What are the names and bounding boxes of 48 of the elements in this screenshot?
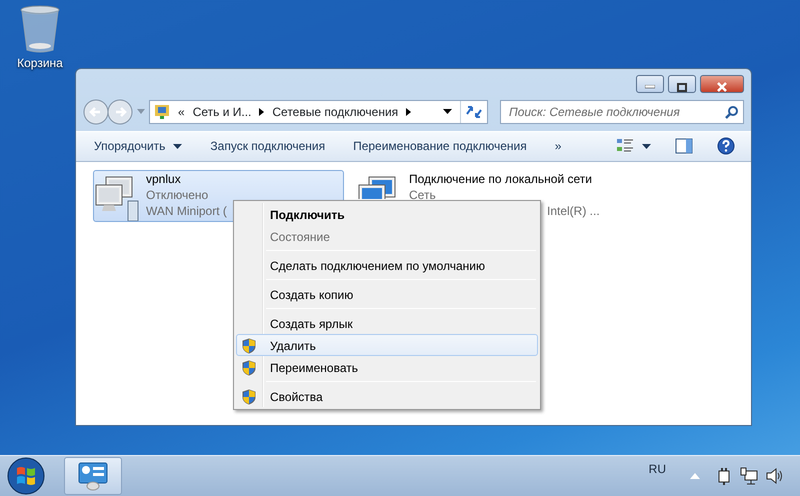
volume-icon[interactable] [766,467,784,485]
search-field[interactable]: Поиск: Сетевые подключения [500,100,744,124]
connection-name: Подключение по локальной сети [409,171,593,188]
close-icon [716,82,728,92]
menu-item[interactable]: Удалить [236,334,538,356]
taskbar-button[interactable] [64,457,122,495]
maximize-icon [677,82,687,92]
menu-item[interactable]: Создать копию [236,283,538,305]
language-indicator[interactable]: RU [648,460,666,478]
view-options-icon[interactable] [616,138,634,154]
organize-menu-button[interactable]: Упорядочить [76,137,196,156]
overflow-chevron[interactable]: « [178,102,185,121]
connection-device: Intel(R) ... [547,203,600,220]
chevron-icon[interactable] [406,108,412,116]
connection-status: Отключено [146,187,210,204]
connection-device: WAN Miniport ( [146,203,227,220]
search-icon [725,104,739,119]
minimize-icon [645,85,655,90]
network-folder-icon [154,104,170,120]
address-bar[interactable]: « Сеть и И... Сетевые подключения [149,100,488,124]
toolbar-button[interactable]: Запуск подключения [196,137,340,156]
dropdown-arrow-icon[interactable] [642,144,651,149]
menu-item[interactable]: Создать ярлык [236,312,538,334]
back-button[interactable] [83,98,109,125]
chevron-icon[interactable] [259,108,264,116]
toolbar-button[interactable]: » [540,137,576,156]
breadcrumb-link[interactable]: Сетевые подключения [272,102,398,121]
icon-label: Корзина [17,55,63,72]
help-icon[interactable] [717,137,735,156]
trash-bin-icon [19,4,61,54]
recycle-bin[interactable]: Корзина [10,4,70,72]
menu-item[interactable]: Свойства [236,385,538,407]
connection-status: Сеть [409,187,437,204]
forward-button[interactable] [107,98,133,125]
network-center-icon [77,461,109,491]
breadcrumb-link[interactable]: Сеть и И... [192,102,252,121]
power-plug-icon[interactable] [716,467,732,485]
network-icon[interactable] [740,467,758,485]
menu-item[interactable]: Переименовать [236,356,538,378]
menu-item[interactable]: Сделать подключением по умолчанию [236,254,538,276]
close-button[interactable] [700,75,744,94]
connection-name: vpnlux [146,171,182,188]
minimize-button[interactable] [636,75,664,94]
toolbar-button[interactable]: Переименование подключения [339,137,541,156]
maximize-button[interactable] [668,75,696,94]
caret-icon [173,144,182,149]
dropdown-arrow-icon[interactable] [443,109,452,114]
preview-pane-icon[interactable] [675,138,693,154]
